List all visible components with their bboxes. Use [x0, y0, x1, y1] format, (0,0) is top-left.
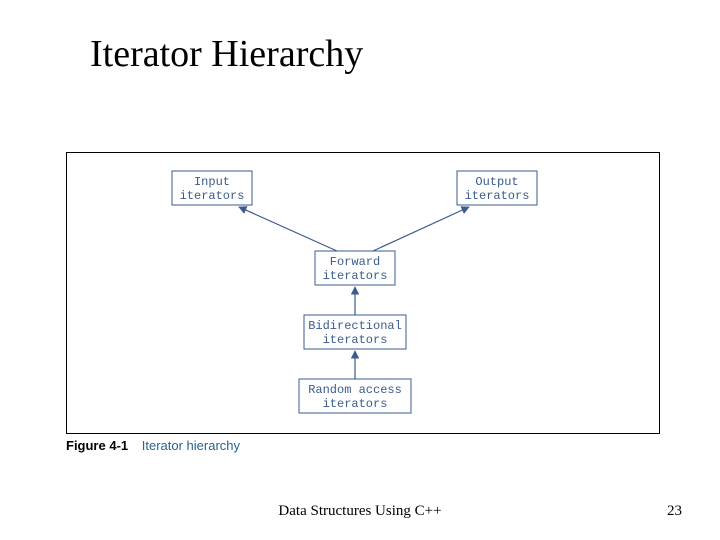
figure-caption: Figure 4-1 Iterator hierarchy [66, 438, 240, 453]
node-output-iterators: Output iterators [457, 171, 537, 205]
node-input-line2: iterators [180, 189, 245, 203]
node-bidir-line2: iterators [323, 333, 388, 347]
edge-forward-to-input [239, 207, 337, 251]
node-forward-iterators: Forward iterators [315, 251, 395, 285]
node-forward-line2: iterators [323, 269, 388, 283]
slide: Iterator Hierarchy Input iterators Outpu… [0, 0, 720, 540]
figure-caption-text: Iterator hierarchy [142, 438, 240, 453]
node-forward-line1: Forward [330, 255, 380, 269]
node-input-line1: Input [194, 175, 230, 189]
node-random-line2: iterators [323, 397, 388, 411]
node-output-line2: iterators [465, 189, 530, 203]
footer-page-number: 23 [667, 503, 682, 520]
node-input-iterators: Input iterators [172, 171, 252, 205]
footer-center-text: Data Structures Using C++ [0, 503, 720, 520]
node-bidir-line1: Bidirectional [308, 319, 402, 333]
edge-forward-to-output [373, 207, 469, 251]
node-random-line1: Random access [308, 383, 402, 397]
node-random-access-iterators: Random access iterators [299, 379, 411, 413]
figure-label: Figure 4-1 [66, 438, 128, 453]
node-output-line1: Output [475, 175, 518, 189]
hierarchy-svg: Input iterators Output iterators Forward… [67, 153, 659, 433]
page-title: Iterator Hierarchy [90, 32, 363, 76]
iterator-hierarchy-figure: Input iterators Output iterators Forward… [66, 152, 660, 434]
node-bidirectional-iterators: Bidirectional iterators [304, 315, 406, 349]
